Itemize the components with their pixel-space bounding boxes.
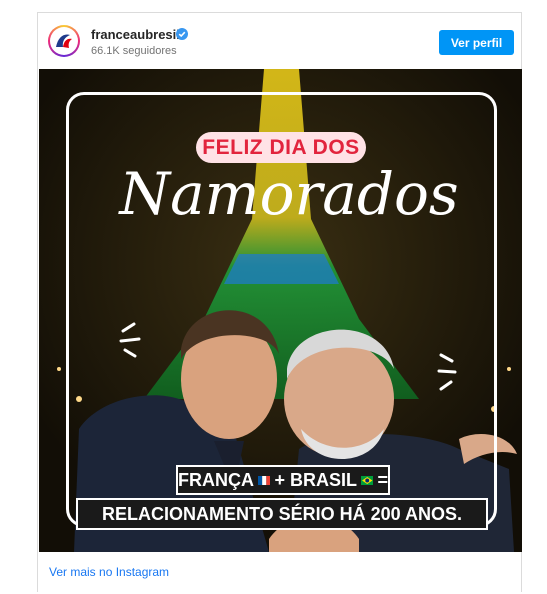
brazil-flag-icon [361, 475, 374, 485]
pill-headline: FELIZ DIA DOS [196, 132, 366, 163]
caption-line-1: FRANÇA + BRASIL = [176, 465, 390, 495]
caption-france: FRANÇA [178, 469, 254, 490]
caption-equals: = [377, 469, 388, 490]
follower-count: 66.1K seguidores [91, 45, 177, 57]
post-image[interactable]: FELIZ DIA DOS Namorados FRANÇA + BRASIL … [39, 69, 522, 552]
script-headline: Namorados [119, 160, 459, 228]
caption-brasil: + BRASIL [274, 469, 357, 490]
post-header: franceaubresil 66.1K seguidores Ver perf… [38, 13, 521, 69]
view-profile-button[interactable]: Ver perfil [439, 30, 514, 55]
france-flag-icon [258, 475, 271, 485]
image-caption: FRANÇA + BRASIL = RELACIONAMENTO SÉRIO H… [76, 465, 488, 530]
verified-badge-icon [176, 28, 188, 40]
avatar[interactable] [48, 25, 80, 57]
username[interactable]: franceaubresil [91, 27, 180, 42]
caption-line-2: RELACIONAMENTO SÉRIO HÁ 200 ANOS. [76, 498, 488, 530]
view-more-instagram-link[interactable]: Ver mais no Instagram [49, 565, 169, 579]
instagram-embed-card: franceaubresil 66.1K seguidores Ver perf… [37, 12, 522, 592]
avatar-logo-icon [50, 27, 78, 55]
